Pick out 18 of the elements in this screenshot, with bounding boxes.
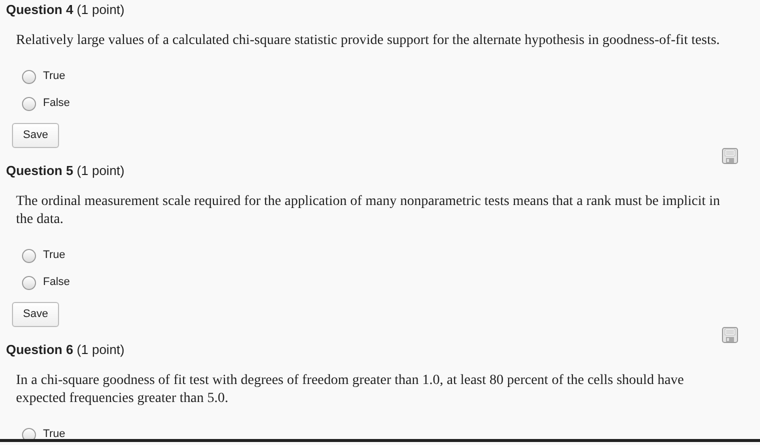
question-heading: Question 5 (1 point) <box>6 163 124 178</box>
radio-button[interactable] <box>22 276 36 290</box>
option-label[interactable]: True <box>43 247 66 264</box>
question-text: Relatively large values of a calculated chi-square statistic provide support for the alternate hypothesis in goodness-of-fit tests. <box>15 32 721 50</box>
radio-button[interactable] <box>22 248 36 262</box>
option-label[interactable]: True <box>43 68 66 85</box>
question-text: The ordinal measurement scale required for the application of many nonparametric tests means that a rank must be implicit in the data. <box>15 193 722 229</box>
radio-button[interactable] <box>22 96 36 110</box>
save-button[interactable]: Save <box>12 123 60 148</box>
question-text: In a chi-square goodness of fit test with degrees of freedom greater than 1.0, at least 80 percent of the cells should have expected frequencies greater than 5.0. <box>15 372 685 408</box>
radio-button[interactable] <box>22 70 36 84</box>
option-label[interactable]: True <box>43 426 66 439</box>
question-heading: Question 6 (1 point) <box>6 342 124 357</box>
option-label[interactable]: False <box>43 95 70 112</box>
radio-button[interactable] <box>22 428 36 439</box>
question-heading: Question 4 (1 point) <box>6 2 124 17</box>
option-label[interactable]: False <box>43 274 70 291</box>
save-button[interactable]: Save <box>12 302 60 327</box>
